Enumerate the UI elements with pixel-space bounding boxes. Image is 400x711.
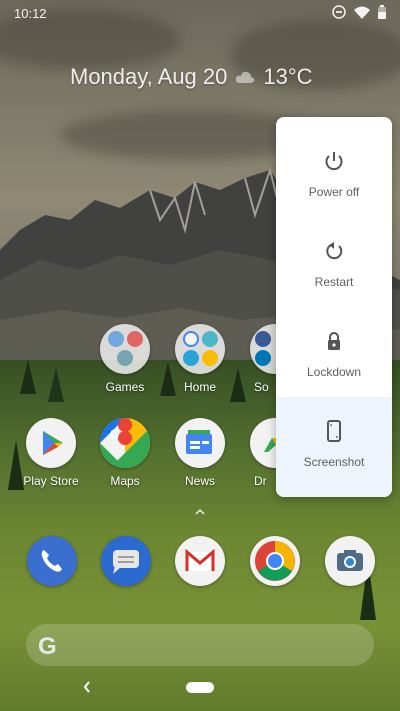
mini-app-icon (108, 331, 124, 347)
app-drawer-chevron-icon[interactable] (195, 508, 205, 516)
news-icon[interactable] (175, 418, 225, 468)
dock-camera[interactable] (325, 536, 375, 586)
folder-home[interactable]: Home (165, 324, 235, 394)
mini-app-icon (183, 350, 199, 366)
play-triangle (43, 431, 63, 455)
camera-icon (337, 550, 363, 571)
mini-app-icon (127, 331, 143, 347)
menu-item-restart[interactable]: Restart (276, 207, 392, 297)
folder-icon[interactable] (175, 324, 225, 374)
wifi-icon (354, 6, 370, 19)
folder-social[interactable]: So (240, 324, 276, 394)
battery-icon (378, 5, 386, 19)
app-news[interactable]: News (165, 418, 235, 488)
folder-icon[interactable] (250, 324, 276, 374)
app-play-store[interactable]: Play Store (16, 418, 86, 488)
app-label: So (254, 380, 269, 394)
mini-app-icon (202, 331, 218, 347)
folder-games[interactable]: Games (90, 324, 160, 394)
app-label: Dr (254, 474, 267, 488)
menu-item-power-off[interactable]: Power off (276, 117, 392, 207)
status-time: 10:12 (14, 6, 47, 21)
drive-glyph (264, 438, 276, 452)
dock-gmail[interactable] (175, 536, 225, 586)
messages-icon (113, 550, 139, 574)
app-label: Home (183, 380, 216, 394)
dock-messages[interactable] (101, 536, 151, 586)
app-label: Maps (110, 474, 140, 488)
menu-item-label: Power off (308, 185, 360, 199)
restart-icon (326, 242, 343, 260)
mini-app-icon (117, 350, 133, 366)
menu-item-label: Lockdown (306, 365, 362, 379)
play-store-icon[interactable] (26, 418, 76, 468)
glance-date[interactable]: Monday, Aug 20 (70, 64, 227, 90)
cloudy-weather-icon (236, 71, 255, 83)
drive-icon[interactable] (250, 418, 276, 468)
menu-item-label: Screenshot (303, 455, 365, 469)
dock-chrome[interactable] (250, 536, 300, 586)
app-maps[interactable]: G Maps (90, 418, 160, 488)
app-label: Play Store (23, 474, 79, 488)
back-icon[interactable] (82, 680, 92, 694)
power-menu: Power off Restart Lockdown Screenshot (276, 117, 392, 497)
google-search-bar[interactable]: G (26, 624, 374, 666)
linkedin-icon (255, 350, 271, 366)
app-label: Games (105, 380, 145, 394)
app-drive[interactable]: Dr (240, 418, 276, 488)
menu-item-label: Restart (314, 275, 354, 289)
glance-temperature[interactable]: 13°C (263, 64, 312, 90)
phone-icon (41, 550, 62, 572)
svg-text:G: G (110, 427, 119, 441)
dock-phone[interactable] (27, 536, 77, 586)
do-not-disturb-icon (332, 5, 346, 19)
app-label: News (184, 474, 215, 488)
menu-item-lockdown[interactable]: Lockdown (276, 297, 392, 387)
facebook-icon (255, 331, 271, 347)
chrome-icon (255, 541, 295, 581)
home-button[interactable] (186, 682, 214, 693)
folder-icon[interactable] (100, 324, 150, 374)
status-bar: 10:12 (0, 0, 400, 26)
maps-glyph: G (100, 418, 150, 468)
status-icons (332, 5, 386, 19)
maps-icon[interactable]: G (100, 418, 150, 468)
gmail-icon (185, 548, 215, 571)
news-glyph (186, 430, 212, 454)
at-a-glance[interactable]: Monday, Aug 20 13°C (70, 64, 313, 90)
mini-app-icon (183, 331, 199, 347)
power-icon (325, 152, 343, 171)
menu-item-screenshot[interactable]: Screenshot (276, 397, 392, 497)
mini-app-icon (202, 350, 218, 366)
lock-icon (328, 332, 340, 350)
screenshot-icon (327, 420, 341, 442)
google-g-icon: G (38, 633, 57, 660)
